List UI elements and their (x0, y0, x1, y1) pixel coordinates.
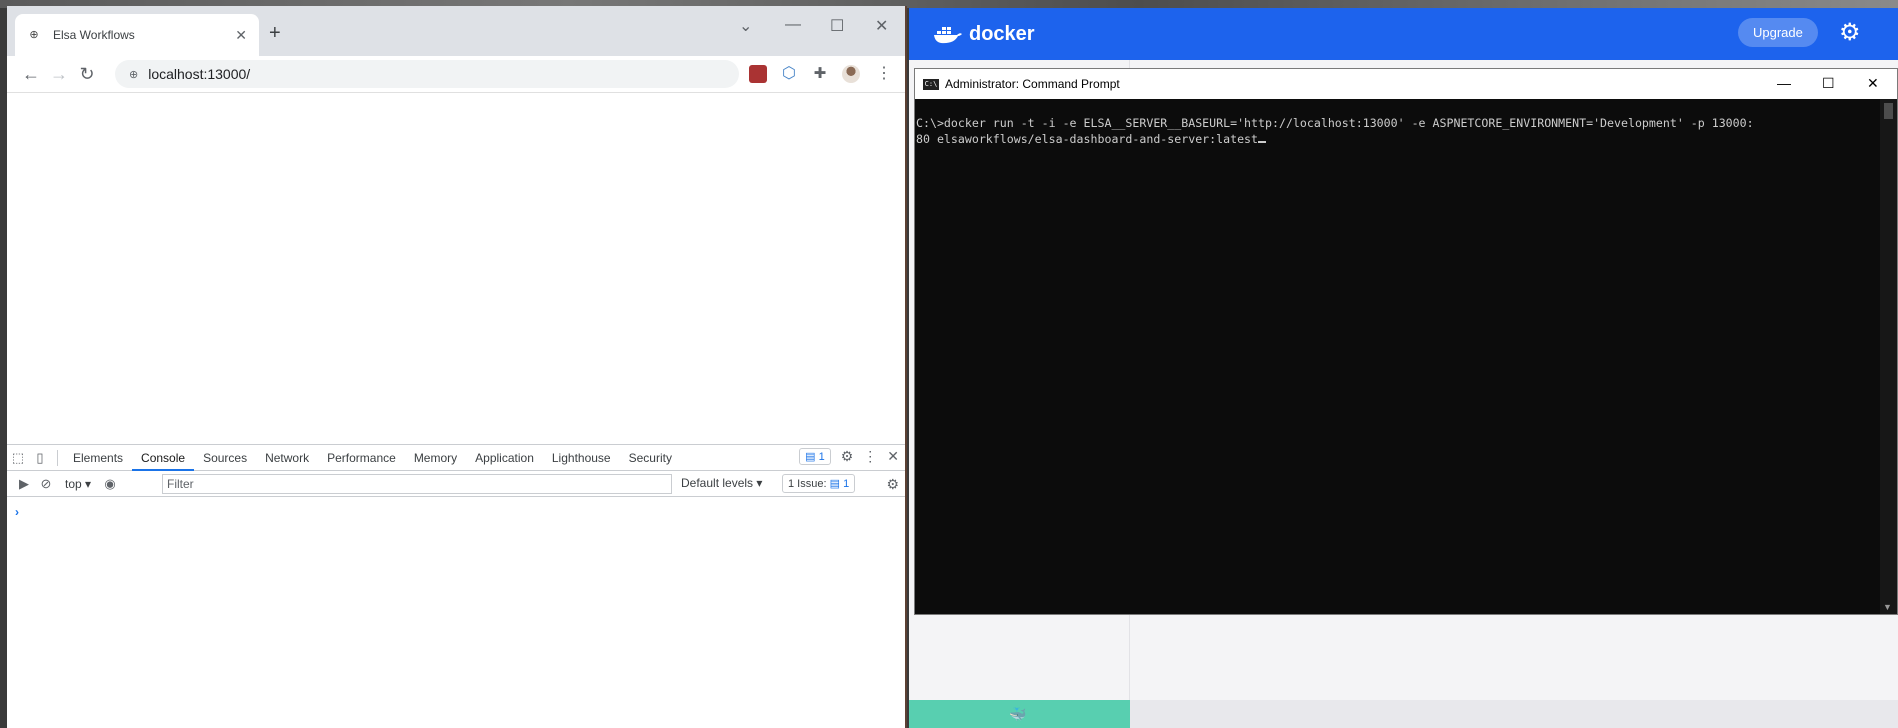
tab-title: Elsa Workflows (53, 28, 135, 42)
docker-settings-gear-icon[interactable]: ⚙ (1839, 21, 1861, 45)
forward-arrow-icon[interactable]: → (45, 64, 73, 85)
log-levels-dropdown[interactable]: Default levels ▾ (681, 476, 762, 490)
console-filter-input[interactable]: Filter (162, 474, 672, 494)
issues-label: 1 Issue: (788, 478, 827, 490)
cmd-line-2-wrap: 80 elsaworkflows/elsa-dashboard-and-serv… (916, 131, 1895, 147)
reload-icon[interactable]: ↻ (73, 64, 101, 85)
site-info-icon[interactable]: ⊕ (129, 68, 138, 81)
divider (57, 449, 58, 466)
new-tab-button[interactable]: + (269, 23, 281, 43)
console-settings-gear-icon[interactable]: ⚙ (886, 476, 899, 493)
minimize-icon[interactable]: — (785, 16, 801, 34)
cmd-title: Administrator: Command Prompt (945, 77, 1120, 91)
docker-logo: docker (933, 23, 1035, 46)
settings-gear-icon[interactable]: ⚙ (841, 448, 854, 465)
url-text: localhost:13000/ (148, 66, 251, 82)
tab-console[interactable]: Console (132, 445, 195, 471)
cmd-line-1: C:\>docker run -t -i -e ELSA__SERVER__BA… (916, 116, 1754, 130)
tab-memory[interactable]: Memory (405, 445, 466, 471)
close-window-icon[interactable]: ✕ (875, 16, 888, 36)
context-selector[interactable]: top ▾ (65, 477, 91, 491)
tab-search-icon[interactable]: ⌄ (739, 16, 752, 36)
clear-console-icon[interactable]: ⊘ (35, 476, 57, 492)
tab-sources[interactable]: Sources (194, 445, 256, 471)
devtools-panel: ⬚ ▯ Elements Console Sources Network Per… (7, 444, 905, 728)
cmd-app-icon: C:\ (923, 78, 939, 90)
docker-status-bar[interactable]: 🐳 (909, 700, 1130, 728)
upgrade-button[interactable]: Upgrade (1738, 18, 1818, 47)
tab-strip: ⊕ Elsa Workflows ✕ + ⌄ — ☐ ✕ (7, 6, 905, 56)
close-devtools-icon[interactable]: ✕ (887, 448, 899, 465)
address-bar[interactable]: ⊕ localhost:13000/ (115, 60, 739, 88)
devtools-actions: ▤ 1 ⚙ ⋮ ✕ (799, 448, 899, 465)
issues-button[interactable]: 1 Issue: ▤ 1 (782, 474, 856, 493)
maximize-icon[interactable]: ☐ (830, 16, 844, 36)
sidebar-toggle-icon[interactable]: ▶ (13, 476, 35, 492)
tab-elsa-workflows[interactable]: ⊕ Elsa Workflows ✕ (15, 14, 259, 56)
console-filter-bar: ▶ ⊘ top ▾ ◉ Filter Default levels ▾ 1 Is… (7, 471, 905, 497)
text-cursor (1258, 141, 1267, 143)
cmd-titlebar[interactable]: C:\ Administrator: Command Prompt — ☐ ✕ (915, 69, 1897, 99)
docker-wordmark: docker (969, 23, 1035, 45)
docker-footer (1130, 700, 1898, 728)
back-arrow-icon[interactable]: ← (17, 64, 45, 85)
docker-header: docker Upgrade ⚙ (909, 8, 1898, 60)
inspect-element-icon[interactable]: ⬚ (7, 450, 29, 466)
page-content (7, 92, 905, 444)
kebab-menu-icon[interactable]: ⋮ (875, 65, 893, 83)
tab-lighthouse[interactable]: Lighthouse (543, 445, 620, 471)
tab-network[interactable]: Network (256, 445, 318, 471)
cmd-close-icon[interactable]: ✕ (1867, 75, 1879, 92)
browser-toolbar: ← → ↻ ⊕ localhost:13000/ ⬡ ✚ ⋮ (7, 56, 905, 92)
tab-close-icon[interactable]: ✕ (235, 27, 247, 44)
chrome-window: ⊕ Elsa Workflows ✕ + ⌄ — ☐ ✕ ← → ↻ ⊕ loc… (7, 6, 907, 728)
command-prompt-window: C:\ Administrator: Command Prompt — ☐ ✕ … (914, 68, 1898, 615)
more-options-icon[interactable]: ⋮ (863, 448, 877, 465)
tab-elements[interactable]: Elements (64, 445, 132, 471)
cmd-scrollbar[interactable]: ▼ (1880, 99, 1897, 614)
extension-hex-icon[interactable]: ⬡ (780, 65, 798, 83)
tab-performance[interactable]: Performance (318, 445, 405, 471)
docker-status-whale-icon: 🐳 (1009, 706, 1027, 722)
issues-count: 1 (843, 478, 850, 490)
messages-count: 1 (818, 451, 825, 463)
console-prompt[interactable]: › (15, 505, 19, 519)
globe-icon: ⊕ (29, 29, 39, 41)
extensions-puzzle-icon[interactable]: ✚ (811, 65, 829, 83)
cmd-minimize-icon[interactable]: — (1777, 75, 1791, 91)
context-value: top (65, 476, 82, 491)
cmd-scroll-thumb[interactable] (1884, 103, 1893, 119)
scroll-down-arrow-icon[interactable]: ▼ (1883, 602, 1892, 612)
cmd-line-2: 80 elsaworkflows/elsa-dashboard-and-serv… (916, 132, 1259, 146)
profile-avatar[interactable] (842, 65, 860, 83)
device-toolbar-icon[interactable]: ▯ (29, 450, 51, 466)
log-levels-value: Default levels (681, 476, 754, 490)
docker-whale-icon (934, 26, 962, 43)
extension-red-icon[interactable] (749, 65, 767, 83)
live-expression-eye-icon[interactable]: ◉ (99, 476, 121, 492)
cmd-maximize-icon[interactable]: ☐ (1822, 75, 1835, 92)
messages-badge[interactable]: ▤ 1 (799, 448, 831, 465)
cmd-output[interactable]: C:\>docker run -t -i -e ELSA__SERVER__BA… (915, 99, 1897, 147)
devtools-tabbar: ⬚ ▯ Elements Console Sources Network Per… (7, 445, 905, 471)
tab-security[interactable]: Security (620, 445, 681, 471)
issues-icon: ▤ (829, 478, 840, 490)
tab-application[interactable]: Application (466, 445, 543, 471)
